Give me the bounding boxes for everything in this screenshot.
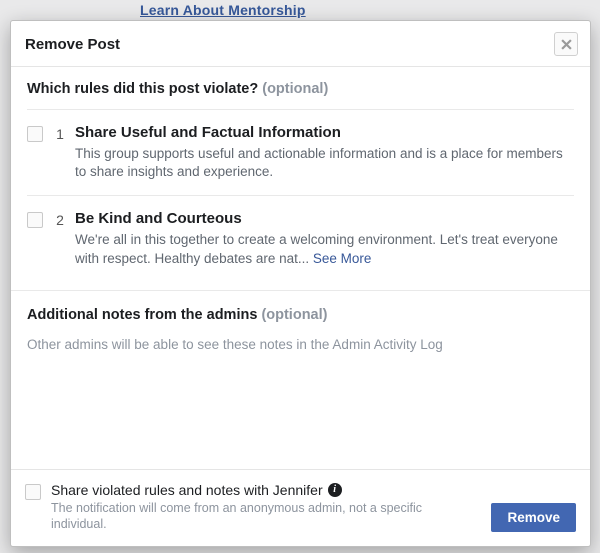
rule-content: Be Kind and Courteous We're all in this …: [75, 210, 574, 267]
share-label: Share violated rules and notes with Jenn…: [51, 482, 323, 498]
rule-content: Share Useful and Factual Information Thi…: [75, 124, 574, 181]
notes-heading-text: Additional notes from the admins: [27, 307, 257, 323]
optional-label: (optional): [262, 81, 328, 97]
close-icon: [561, 39, 572, 50]
rule-number: 2: [49, 212, 71, 228]
rules-heading-text: Which rules did this post violate?: [27, 81, 258, 97]
rule-title: Share Useful and Factual Information: [75, 124, 574, 141]
remove-post-modal: Remove Post Which rules did this post vi…: [10, 20, 591, 547]
modal-body: Which rules did this post violate? (opti…: [11, 67, 590, 469]
notes-section: Additional notes from the admins (option…: [27, 291, 574, 352]
rule-item: 1 Share Useful and Factual Information T…: [27, 109, 574, 195]
rules-heading: Which rules did this post violate? (opti…: [27, 81, 574, 97]
notes-hint: Other admins will be able to see these n…: [27, 337, 574, 352]
rule-checkbox-2[interactable]: [27, 212, 43, 228]
share-block: Share violated rules and notes with Jenn…: [25, 482, 491, 533]
info-icon[interactable]: i: [328, 483, 342, 497]
modal-title: Remove Post: [25, 36, 120, 53]
see-more-link[interactable]: See More: [313, 251, 372, 266]
share-text: Share violated rules and notes with Jenn…: [51, 482, 431, 533]
rule-number: 1: [49, 126, 71, 142]
share-sublabel: The notification will come from an anony…: [51, 500, 431, 533]
optional-label: (optional): [261, 307, 327, 323]
rule-title: Be Kind and Courteous: [75, 210, 574, 227]
modal-footer: Share violated rules and notes with Jenn…: [11, 469, 590, 547]
background-link[interactable]: Learn About Mentorship: [140, 2, 306, 18]
rule-description: We're all in this together to create a w…: [75, 231, 574, 267]
notes-heading: Additional notes from the admins (option…: [27, 307, 574, 323]
share-checkbox[interactable]: [25, 484, 41, 500]
close-button[interactable]: [554, 32, 578, 56]
share-label-row: Share violated rules and notes with Jenn…: [51, 482, 431, 498]
rules-list: 1 Share Useful and Factual Information T…: [27, 109, 574, 286]
rule-description: This group supports useful and actionabl…: [75, 145, 574, 181]
modal-header: Remove Post: [11, 21, 590, 67]
rule-checkbox-1[interactable]: [27, 126, 43, 142]
rule-item: 2 Be Kind and Courteous We're all in thi…: [27, 195, 574, 281]
remove-button[interactable]: Remove: [491, 503, 576, 532]
